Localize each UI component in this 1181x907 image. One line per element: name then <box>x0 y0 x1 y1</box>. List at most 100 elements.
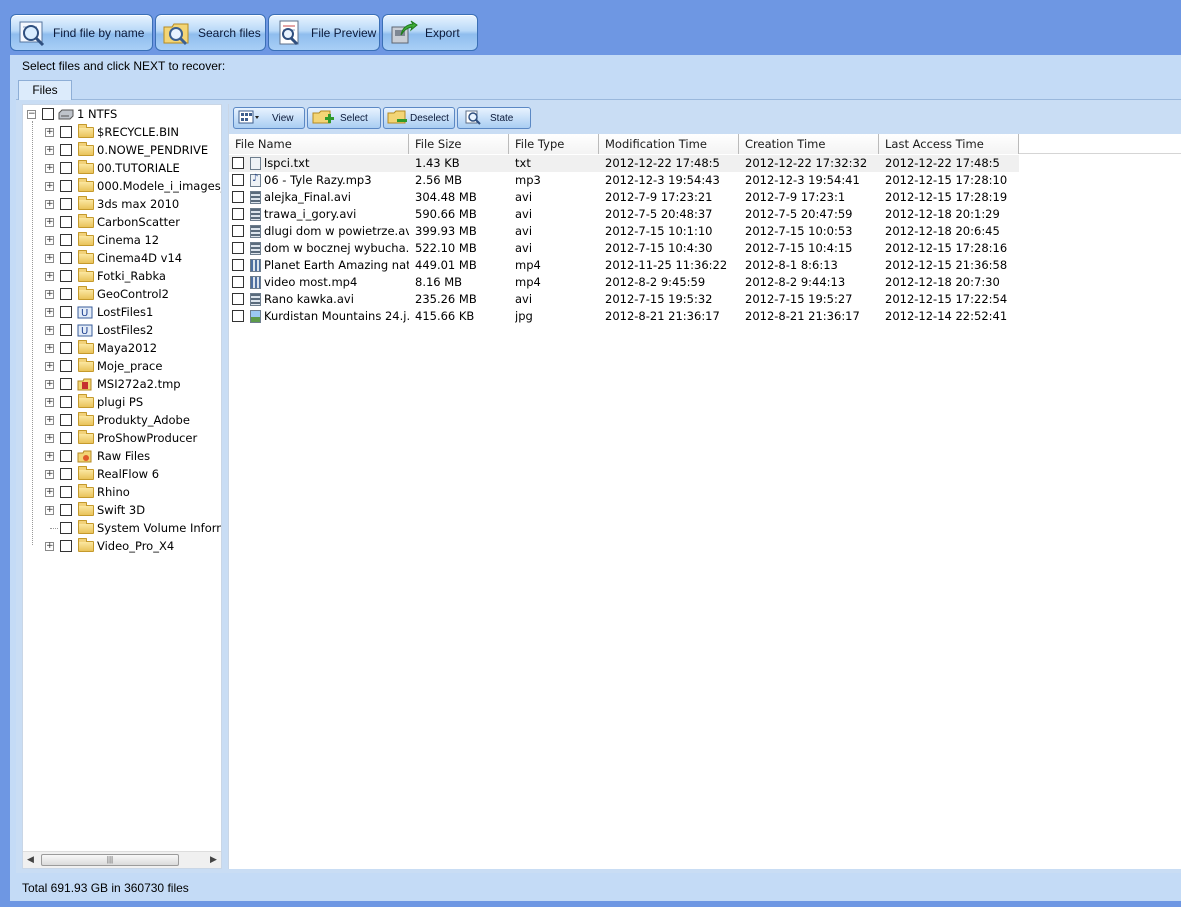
expand-icon[interactable]: + <box>45 128 54 137</box>
tree-item[interactable]: + CarbonScatter <box>23 213 221 231</box>
tree-item[interactable]: + $RECYCLE.BIN <box>23 123 221 141</box>
column-last-access-time[interactable]: Last Access Time <box>879 134 1019 154</box>
file-checkbox[interactable] <box>232 225 244 237</box>
tree-checkbox[interactable] <box>60 216 72 228</box>
expand-icon[interactable]: + <box>45 380 54 389</box>
tree-item[interactable]: + Maya2012 <box>23 339 221 357</box>
tab-files[interactable]: Files <box>18 80 72 101</box>
tree-checkbox[interactable] <box>60 540 72 552</box>
file-checkbox[interactable] <box>232 208 244 220</box>
tree-checkbox[interactable] <box>60 396 72 408</box>
expand-icon[interactable]: + <box>45 470 54 479</box>
expand-icon[interactable]: + <box>45 398 54 407</box>
file-row[interactable]: Rano kawka.avi 235.26 MB avi 2012-7-15 19:5… <box>229 291 1019 308</box>
tree-item[interactable]: + U LostFiles1 <box>23 303 221 321</box>
expand-icon[interactable]: + <box>45 290 54 299</box>
expand-icon[interactable]: + <box>45 326 54 335</box>
file-checkbox[interactable] <box>232 157 244 169</box>
tree-checkbox[interactable] <box>60 486 72 498</box>
tree-checkbox[interactable] <box>60 360 72 372</box>
file-row[interactable]: Planet Earth Amazing nat... 449.01 MB mp4 2… <box>229 257 1019 274</box>
tree-checkbox[interactable] <box>60 504 72 516</box>
tree-item[interactable]: + plugi PS <box>23 393 221 411</box>
file-row[interactable]: alejka_Final.avi 304.48 MB avi 2012-7-9 17:… <box>229 189 1019 206</box>
file-checkbox[interactable] <box>232 293 244 305</box>
tree-checkbox[interactable] <box>60 324 72 336</box>
expand-icon[interactable]: + <box>45 434 54 443</box>
tree-checkbox[interactable] <box>60 198 72 210</box>
view-button[interactable]: View <box>233 107 305 129</box>
expand-icon[interactable]: + <box>45 236 54 245</box>
tree-item[interactable]: System Volume Information <box>23 519 221 537</box>
tree-item[interactable]: +000.Modele_i_images_3D <box>23 177 221 195</box>
file-row[interactable]: Kurdistan Mountains 24.j... 415.66 KB jpg 2… <box>229 308 1019 325</box>
file-row[interactable]: video most.mp4 8.16 MB mp4 2012-8-2 9:45:59… <box>229 274 1019 291</box>
tree-checkbox[interactable] <box>60 252 72 264</box>
export-button[interactable]: Export <box>382 14 478 51</box>
tree-checkbox[interactable] <box>60 288 72 300</box>
tree-item[interactable]: +3ds max 2010 <box>23 195 221 213</box>
expand-icon[interactable]: + <box>45 416 54 425</box>
tree-item[interactable]: + Cinema4D v14 <box>23 249 221 267</box>
tree-checkbox[interactable] <box>60 450 72 462</box>
tree-item[interactable]: +00.TUTORIALE <box>23 159 221 177</box>
tree-horizontal-scrollbar[interactable]: ◀ ||| ▶ <box>23 851 221 868</box>
tree-item[interactable]: + ProShowProducer <box>23 429 221 447</box>
select-button[interactable]: Select <box>307 107 381 129</box>
expand-icon[interactable]: + <box>45 272 54 281</box>
expand-icon[interactable]: + <box>45 542 54 551</box>
tree-item[interactable]: + MSI272a2.tmp <box>23 375 221 393</box>
expand-icon[interactable]: + <box>45 254 54 263</box>
find-file-by-name-button[interactable]: Find file by name <box>10 14 153 51</box>
tree-checkbox[interactable] <box>60 180 72 192</box>
expand-icon[interactable]: + <box>45 308 54 317</box>
tree-checkbox[interactable] <box>42 108 54 120</box>
tree-root[interactable]: − 1 NTFS <box>23 105 221 123</box>
column-file-type[interactable]: File Type <box>509 134 599 154</box>
expand-icon[interactable]: + <box>45 182 54 191</box>
tree-item[interactable]: + Moje_prace <box>23 357 221 375</box>
file-preview-button[interactable]: File Preview <box>268 14 380 51</box>
tree-item[interactable]: + Fotki_Rabka <box>23 267 221 285</box>
tree-item[interactable]: + Video_Pro_X4 <box>23 537 221 555</box>
search-files-button[interactable]: Search files <box>155 14 266 51</box>
file-row[interactable]: 06 - Tyle Razy.mp3 2.56 MB mp3 2012-12-3 19… <box>229 172 1019 189</box>
file-checkbox[interactable] <box>232 310 244 322</box>
tree-item[interactable]: + RealFlow 6 <box>23 465 221 483</box>
state-button[interactable]: State <box>457 107 531 129</box>
tree-item[interactable]: + GeoControl2 <box>23 285 221 303</box>
file-row[interactable]: dlugi dom w powietrze.avi 399.93 MB avi 201… <box>229 223 1019 240</box>
expand-icon[interactable]: + <box>45 452 54 461</box>
scroll-right-icon[interactable]: ▶ <box>210 854 217 865</box>
file-checkbox[interactable] <box>232 276 244 288</box>
tree-checkbox[interactable] <box>60 234 72 246</box>
tree-item[interactable]: +0.NOWE_PENDRIVE <box>23 141 221 159</box>
scroll-left-icon[interactable]: ◀ <box>27 854 34 865</box>
file-row[interactable]: dom w bocznej wybucha... 522.10 MB avi 2012… <box>229 240 1019 257</box>
tree-checkbox[interactable] <box>60 342 72 354</box>
tree-checkbox[interactable] <box>60 162 72 174</box>
tree-checkbox[interactable] <box>60 468 72 480</box>
column-creation-time[interactable]: Creation Time <box>739 134 879 154</box>
file-row[interactable]: trawa_i_gory.avi 590.66 MB avi 2012-7-5 20:… <box>229 206 1019 223</box>
expand-icon[interactable]: + <box>45 488 54 497</box>
file-row[interactable]: lspci.txt 1.43 KB txt 2012-12-22 17:48:5 201… <box>229 155 1019 172</box>
expand-icon[interactable]: + <box>45 200 54 209</box>
expand-icon[interactable]: + <box>45 164 54 173</box>
expand-icon[interactable]: + <box>45 146 54 155</box>
expand-icon[interactable]: + <box>45 362 54 371</box>
tree-checkbox[interactable] <box>60 378 72 390</box>
file-checkbox[interactable] <box>232 242 244 254</box>
column-file-name[interactable]: File Name <box>229 134 409 154</box>
tree-item[interactable]: + U LostFiles2 <box>23 321 221 339</box>
tree-checkbox[interactable] <box>60 432 72 444</box>
collapse-icon[interactable]: − <box>27 110 36 119</box>
file-checkbox[interactable] <box>232 259 244 271</box>
expand-icon[interactable]: + <box>45 506 54 515</box>
expand-icon[interactable]: + <box>45 344 54 353</box>
tree-checkbox[interactable] <box>60 306 72 318</box>
deselect-button[interactable]: Deselect <box>383 107 455 129</box>
tree-checkbox[interactable] <box>60 522 72 534</box>
column-modification-time[interactable]: Modification Time <box>599 134 739 154</box>
file-checkbox[interactable] <box>232 174 244 186</box>
